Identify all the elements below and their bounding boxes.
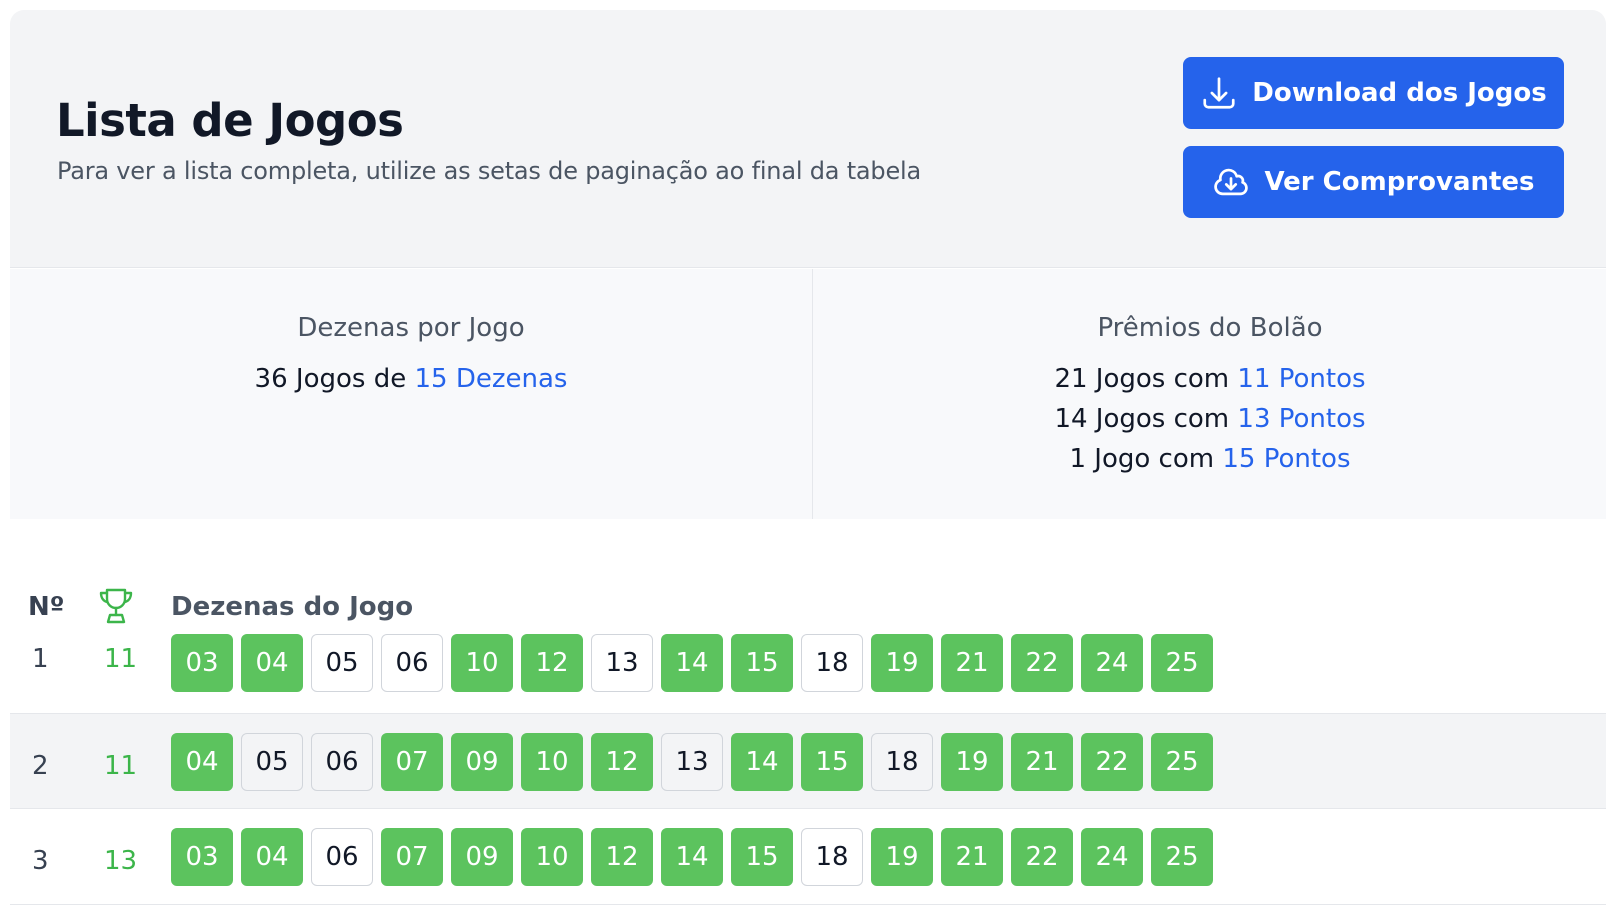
game-points: 13 (104, 846, 138, 876)
number-ball: 18 (871, 733, 933, 791)
number-ball-hit: 12 (591, 828, 653, 886)
table-row: 2 11 04 05 06 07 09 10 12 13 14 15 18 19 21 22 25 (10, 714, 1606, 809)
number-ball-hit: 10 (521, 828, 583, 886)
number-ball-hit: 07 (381, 828, 443, 886)
dezenas-highlight: 15 Dezenas (414, 364, 568, 394)
premio-line: 21 Jogos com 11 Pontos (814, 359, 1606, 399)
number-ball-hit: 03 (171, 828, 233, 886)
page-title: Lista de Jogos (56, 94, 404, 147)
number-ball-hit: 10 (521, 733, 583, 791)
number-ball-hit: 25 (1151, 733, 1213, 791)
number-ball-hit: 15 (731, 828, 793, 886)
header: Lista de Jogos Para ver a lista completa… (10, 10, 1606, 268)
game-number: 2 (32, 751, 49, 781)
number-ball: 13 (591, 634, 653, 692)
number-ball: 06 (381, 634, 443, 692)
number-ball: 13 (661, 733, 723, 791)
view-receipts-button[interactable]: Ver Comprovantes (1183, 146, 1564, 218)
stats-panel: Dezenas por Jogo 36 Jogos de 15 Dezenas … (10, 269, 1606, 519)
game-number: 1 (32, 644, 49, 674)
number-ball-hit: 09 (451, 828, 513, 886)
number-ball-hit: 09 (451, 733, 513, 791)
page-subtitle: Para ver a lista completa, utilize as se… (57, 157, 921, 185)
game-points: 11 (104, 751, 138, 781)
number-ball-hit: 03 (171, 634, 233, 692)
cloud-download-icon (1214, 168, 1249, 196)
number-ball-hit: 22 (1081, 733, 1143, 791)
table-row: 3 13 03 04 06 07 09 10 12 14 15 18 19 21 22 24 25 (10, 809, 1606, 905)
games-list-card: Lista de Jogos Para ver a lista completa… (10, 10, 1606, 922)
download-icon (1203, 77, 1235, 109)
premio-prefix: 21 Jogos com (1054, 364, 1238, 394)
number-ball-hit: 14 (661, 828, 723, 886)
premios-list: 21 Jogos com 11 Pontos 14 Jogos com 13 P… (814, 359, 1606, 479)
number-ball-hit: 21 (1011, 733, 1073, 791)
number-ball-hit: 12 (591, 733, 653, 791)
number-ball-hit: 07 (381, 733, 443, 791)
number-ball-hit: 19 (871, 828, 933, 886)
premio-line: 14 Jogos com 13 Pontos (814, 399, 1606, 439)
table-row: 1 11 03 04 05 06 10 12 13 14 15 18 19 21 22 24 25 (10, 622, 1606, 714)
number-ball-hit: 19 (871, 634, 933, 692)
dezenas-stat: Dezenas por Jogo 36 Jogos de 15 Dezenas (10, 269, 813, 519)
number-ball-hit: 04 (241, 828, 303, 886)
number-ball-hit: 24 (1081, 828, 1143, 886)
premio-prefix: 1 Jogo com (1069, 444, 1223, 474)
download-games-button[interactable]: Download dos Jogos (1183, 57, 1564, 129)
game-numbers: 03 04 05 06 10 12 13 14 15 18 19 21 22 24 25 (171, 634, 1213, 692)
game-numbers: 03 04 06 07 09 10 12 14 15 18 19 21 22 24 25 (171, 828, 1213, 886)
premio-line: 1 Jogo com 15 Pontos (814, 439, 1606, 479)
dezenas-stat-title: Dezenas por Jogo (297, 313, 525, 343)
dezenas-stat-value: 36 Jogos de 15 Dezenas (10, 359, 812, 399)
number-ball: 05 (311, 634, 373, 692)
number-ball-hit: 25 (1151, 828, 1213, 886)
number-ball: 05 (241, 733, 303, 791)
number-ball: 18 (801, 828, 863, 886)
number-ball-hit: 15 (801, 733, 863, 791)
premio-highlight: 15 Pontos (1222, 444, 1351, 474)
number-ball-hit: 14 (661, 634, 723, 692)
premio-highlight: 11 Pontos (1237, 364, 1366, 394)
game-numbers: 04 05 06 07 09 10 12 13 14 15 18 19 21 22 25 (171, 733, 1213, 791)
premios-stat: Prêmios do Bolão 21 Jogos com 11 Pontos … (814, 269, 1606, 519)
number-ball-hit: 04 (171, 733, 233, 791)
column-header-number: Nº (28, 592, 65, 622)
dezenas-prefix: 36 Jogos de (254, 364, 415, 394)
game-points: 11 (104, 644, 138, 674)
number-ball-hit: 22 (1011, 634, 1073, 692)
number-ball-hit: 19 (941, 733, 1003, 791)
premio-prefix: 14 Jogos com (1054, 404, 1238, 434)
premios-stat-title: Prêmios do Bolão (1097, 313, 1323, 343)
number-ball-hit: 04 (241, 634, 303, 692)
number-ball-hit: 14 (731, 733, 793, 791)
number-ball-hit: 22 (1011, 828, 1073, 886)
number-ball: 06 (311, 828, 373, 886)
number-ball-hit: 25 (1151, 634, 1213, 692)
number-ball: 18 (801, 634, 863, 692)
game-number: 3 (32, 846, 49, 876)
download-games-label: Download dos Jogos (1252, 78, 1547, 108)
premio-highlight: 13 Pontos (1237, 404, 1366, 434)
column-header-dezenas: Dezenas do Jogo (171, 592, 414, 622)
number-ball-hit: 21 (941, 634, 1003, 692)
number-ball: 06 (311, 733, 373, 791)
number-ball-hit: 12 (521, 634, 583, 692)
number-ball-hit: 21 (941, 828, 1003, 886)
number-ball-hit: 10 (451, 634, 513, 692)
view-receipts-label: Ver Comprovantes (1264, 167, 1535, 197)
number-ball-hit: 15 (731, 634, 793, 692)
number-ball-hit: 24 (1081, 634, 1143, 692)
trophy-icon (99, 588, 133, 624)
